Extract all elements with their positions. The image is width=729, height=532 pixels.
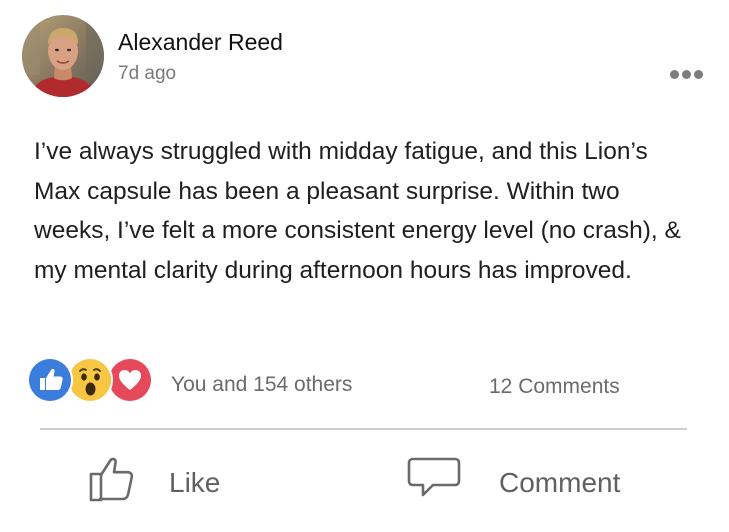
thumbs-up-icon xyxy=(86,448,142,509)
more-dot-icon xyxy=(694,70,703,79)
post-body-line: Max capsule has been a pleasant surprise… xyxy=(34,177,620,205)
like-button[interactable]: Like xyxy=(86,448,246,508)
post-body-line: my mental clarity during afternoon hours… xyxy=(34,256,632,284)
author-name[interactable]: Alexander Reed xyxy=(118,28,283,56)
comments-count-link[interactable]: 12 Comments xyxy=(489,374,620,400)
post-body: I’ve always struggled with midday fatigu… xyxy=(34,132,714,290)
avatar[interactable] xyxy=(22,15,104,97)
comment-label: Comment xyxy=(499,467,621,498)
like-label: Like xyxy=(169,467,221,498)
love-reaction-icon xyxy=(107,357,153,403)
post-timestamp[interactable]: 7d ago xyxy=(118,62,176,86)
comment-button[interactable]: Comment xyxy=(405,448,645,508)
avatar-photo xyxy=(22,15,104,97)
more-dot-icon xyxy=(670,70,679,79)
post-body-line: I’ve always struggled with midday fatigu… xyxy=(34,138,648,165)
more-dot-icon xyxy=(682,70,691,79)
like-reaction-icon xyxy=(27,357,73,403)
more-options-button[interactable] xyxy=(666,62,708,86)
post-body-line: weeks, I’ve felt a more consistent energ… xyxy=(34,217,681,244)
reaction-summary[interactable]: You and 154 others xyxy=(171,372,352,398)
divider xyxy=(40,428,687,430)
wow-reaction-icon xyxy=(67,357,113,403)
reaction-icons[interactable] xyxy=(27,357,153,403)
speech-bubble-icon xyxy=(405,448,465,513)
